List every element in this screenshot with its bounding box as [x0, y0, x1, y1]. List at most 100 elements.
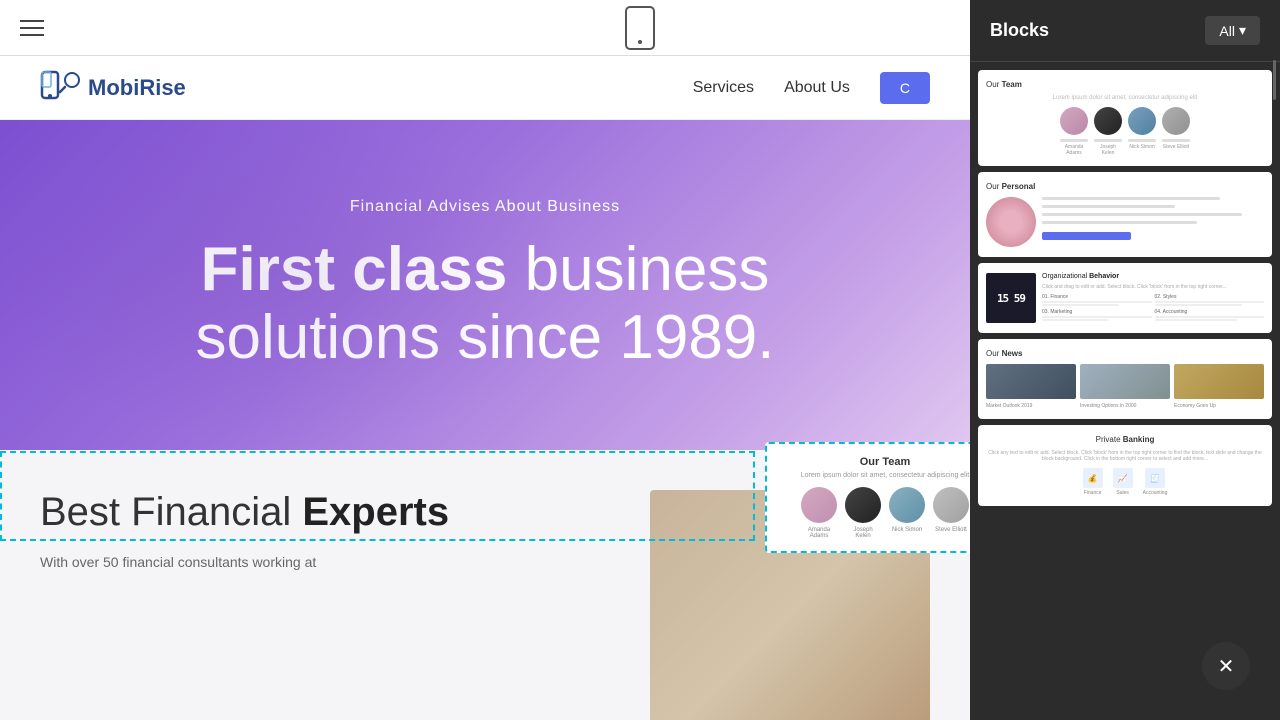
org-line-2b: [1155, 304, 1243, 306]
thumb-org-content: Organizational Behavior Click and drag t…: [1042, 273, 1264, 323]
thumb-banking-sales: 📈 Sales: [1113, 468, 1133, 496]
scroll-indicator: [1273, 60, 1276, 100]
thumb-avatar-3: [1128, 107, 1156, 135]
personal-btn: [1042, 232, 1131, 240]
block-thumb-our-news[interactable]: Our News Market Outlook 2019 Investing O…: [978, 339, 1272, 419]
team-name-1: Amanda Adams: [801, 527, 837, 539]
thumb-banking-desc: Click any text to edit or add. Select bl…: [986, 450, 1264, 462]
thumb-personal-image: [986, 197, 1036, 247]
team-name-4: Steve Elliott: [933, 527, 969, 539]
thumb-org-item-2: 02. Styles: [1155, 294, 1265, 306]
site-logo: MobiRise: [40, 68, 186, 108]
block-thumb-private-banking[interactable]: Private Banking Click any text to edit o…: [978, 425, 1272, 506]
finance-icon-label: Finance: [1084, 490, 1102, 496]
team-preview-title: Our Team: [779, 456, 970, 468]
org-line-3b: [1042, 319, 1108, 321]
content-description: With over 50 financial consultants worki…: [40, 551, 440, 573]
close-icon: ✕: [1218, 654, 1235, 679]
personal-line-2: [1042, 205, 1175, 208]
thumb-news-captions: Market Outlook 2019 Investing Options in…: [986, 403, 1264, 409]
block-thumb-our-team[interactable]: Our Team Lorem ipsum dolor sit amet, con…: [978, 70, 1272, 166]
sales-icon-label: Sales: [1116, 490, 1129, 496]
thumb-news-caption-2: Investing Options in 2000: [1080, 403, 1170, 409]
thumb-org-label-2: 02. Styles: [1155, 294, 1265, 300]
block-thumb-org-behavior[interactable]: 15 59 Organizational Behavior Click and …: [978, 263, 1272, 333]
personal-line-4: [1042, 221, 1197, 224]
thumb-avatar-4: [1162, 107, 1190, 135]
thumb-news-images: [986, 364, 1264, 399]
block-thumb-personal-layout: [986, 197, 1264, 247]
team-avatar-4: [933, 487, 969, 523]
team-avatar-3: [889, 487, 925, 523]
thumb-avatar-1: [1060, 107, 1088, 135]
thumb-news-img-2: [1080, 364, 1170, 399]
hero-bg: [0, 120, 582, 450]
mobile-device-icon[interactable]: [625, 6, 655, 50]
thumb-org-desc: Click and drag to edit or add. Select bl…: [1042, 284, 1264, 290]
team-preview-names: Amanda Adams Joseph Kelen Nick Simon Ste…: [779, 527, 970, 539]
team-name-2: Joseph Kelen: [845, 527, 881, 539]
content-left: Best Financial Experts With over 50 fina…: [40, 490, 610, 720]
thumb-personal-lines: [1042, 197, 1264, 240]
thumb-news-caption-1: Market Outlook 2019: [986, 403, 1076, 409]
logo-text: MobiRise: [88, 75, 186, 101]
nav-link-about[interactable]: About Us: [784, 79, 850, 97]
logo-icon: [40, 68, 80, 108]
blocks-filter-button[interactable]: All ▾: [1205, 16, 1260, 45]
blocks-title: Blocks: [990, 20, 1049, 41]
team-avatar-1: [801, 487, 837, 523]
personal-line-1: [1042, 197, 1220, 200]
blocks-list: Our Team Lorem ipsum dolor sit amet, con…: [970, 62, 1280, 720]
block-thumb-org-layout: 15 59 Organizational Behavior Click and …: [986, 273, 1264, 323]
thumb-news-img-1: [986, 364, 1076, 399]
thumb-banking-accounting: 🧾 Accounting: [1143, 468, 1168, 496]
blocks-panel: Blocks All ▾ Our Team Lorem ipsum dolor …: [970, 0, 1280, 720]
close-fab-button[interactable]: ✕: [1202, 642, 1250, 690]
accounting-icon-shape: 🧾: [1145, 468, 1165, 488]
blocks-header: Blocks All ▾: [970, 0, 1280, 62]
block-thumb-our-news-title: Our News: [986, 349, 1264, 358]
thumb-org-label-3: 03. Marketing: [1042, 309, 1152, 315]
org-line-1b: [1042, 304, 1119, 306]
site-nav-links: Services About Us C: [693, 72, 930, 104]
block-thumb-private-banking-title: Private Banking: [986, 435, 1264, 444]
sales-icon-shape: 📈: [1113, 468, 1133, 488]
block-thumb-team-names: Amanda Adams Joseph Kelen Nick Simon Ste…: [986, 139, 1264, 156]
thumb-personal-text: [1042, 197, 1264, 240]
thumb-org-clock: 15 59: [986, 273, 1036, 323]
thumb-avatar-2: [1094, 107, 1122, 135]
content-title-bold: Experts: [302, 490, 449, 534]
team-preview-subtitle: Lorem ipsum dolor sit amet, consectetur …: [779, 472, 970, 479]
org-line-4: [1155, 316, 1265, 318]
thumb-org-title: Organizational Behavior: [1042, 273, 1264, 280]
thumb-banking-icons: 💰 Finance 📈 Sales 🧾 Accounting: [986, 468, 1264, 496]
thumb-news-img-3: [1174, 364, 1264, 399]
content-title-light: Best Financial: [40, 490, 302, 534]
block-thumb-our-personal[interactable]: Our Personal: [978, 172, 1272, 257]
block-thumb-team-avatars: [986, 107, 1264, 135]
thumb-org-item-1: 01. Finance: [1042, 294, 1152, 306]
thumb-org-item-3: 03. Marketing: [1042, 309, 1152, 321]
site-navbar: MobiRise Services About Us C: [0, 56, 970, 120]
thumb-org-item-4: 04. Accounting: [1155, 309, 1265, 321]
preview-area: MobiRise Services About Us C Financial A…: [0, 56, 970, 720]
org-line-4b: [1155, 319, 1237, 321]
toolbar-left: [20, 20, 44, 36]
personal-line-3: [1042, 213, 1242, 216]
thumb-org-label-4: 04. Accounting: [1155, 309, 1265, 315]
org-line-2: [1155, 301, 1265, 303]
block-thumb-our-team-desc: Lorem ipsum dolor sit amet, consectetur …: [986, 95, 1264, 101]
finance-icon-shape: 💰: [1083, 468, 1103, 488]
team-avatar-2: [845, 487, 881, 523]
nav-cta-button[interactable]: C: [880, 72, 930, 104]
thumb-org-label-1: 01. Finance: [1042, 294, 1152, 300]
org-line-3: [1042, 316, 1152, 318]
team-preview-avatars: [779, 487, 970, 523]
hamburger-menu-icon[interactable]: [20, 20, 44, 36]
team-preview-block[interactable]: Our Team Lorem ipsum dolor sit amet, con…: [765, 442, 970, 553]
toolbar-center: [625, 6, 655, 50]
nav-link-services[interactable]: Services: [693, 79, 754, 97]
content-title: Best Financial Experts: [40, 490, 610, 535]
thumb-banking-finance: 💰 Finance: [1083, 468, 1103, 496]
thumb-org-items: 01. Finance 02. Styles 03. Marketing: [1042, 294, 1264, 321]
